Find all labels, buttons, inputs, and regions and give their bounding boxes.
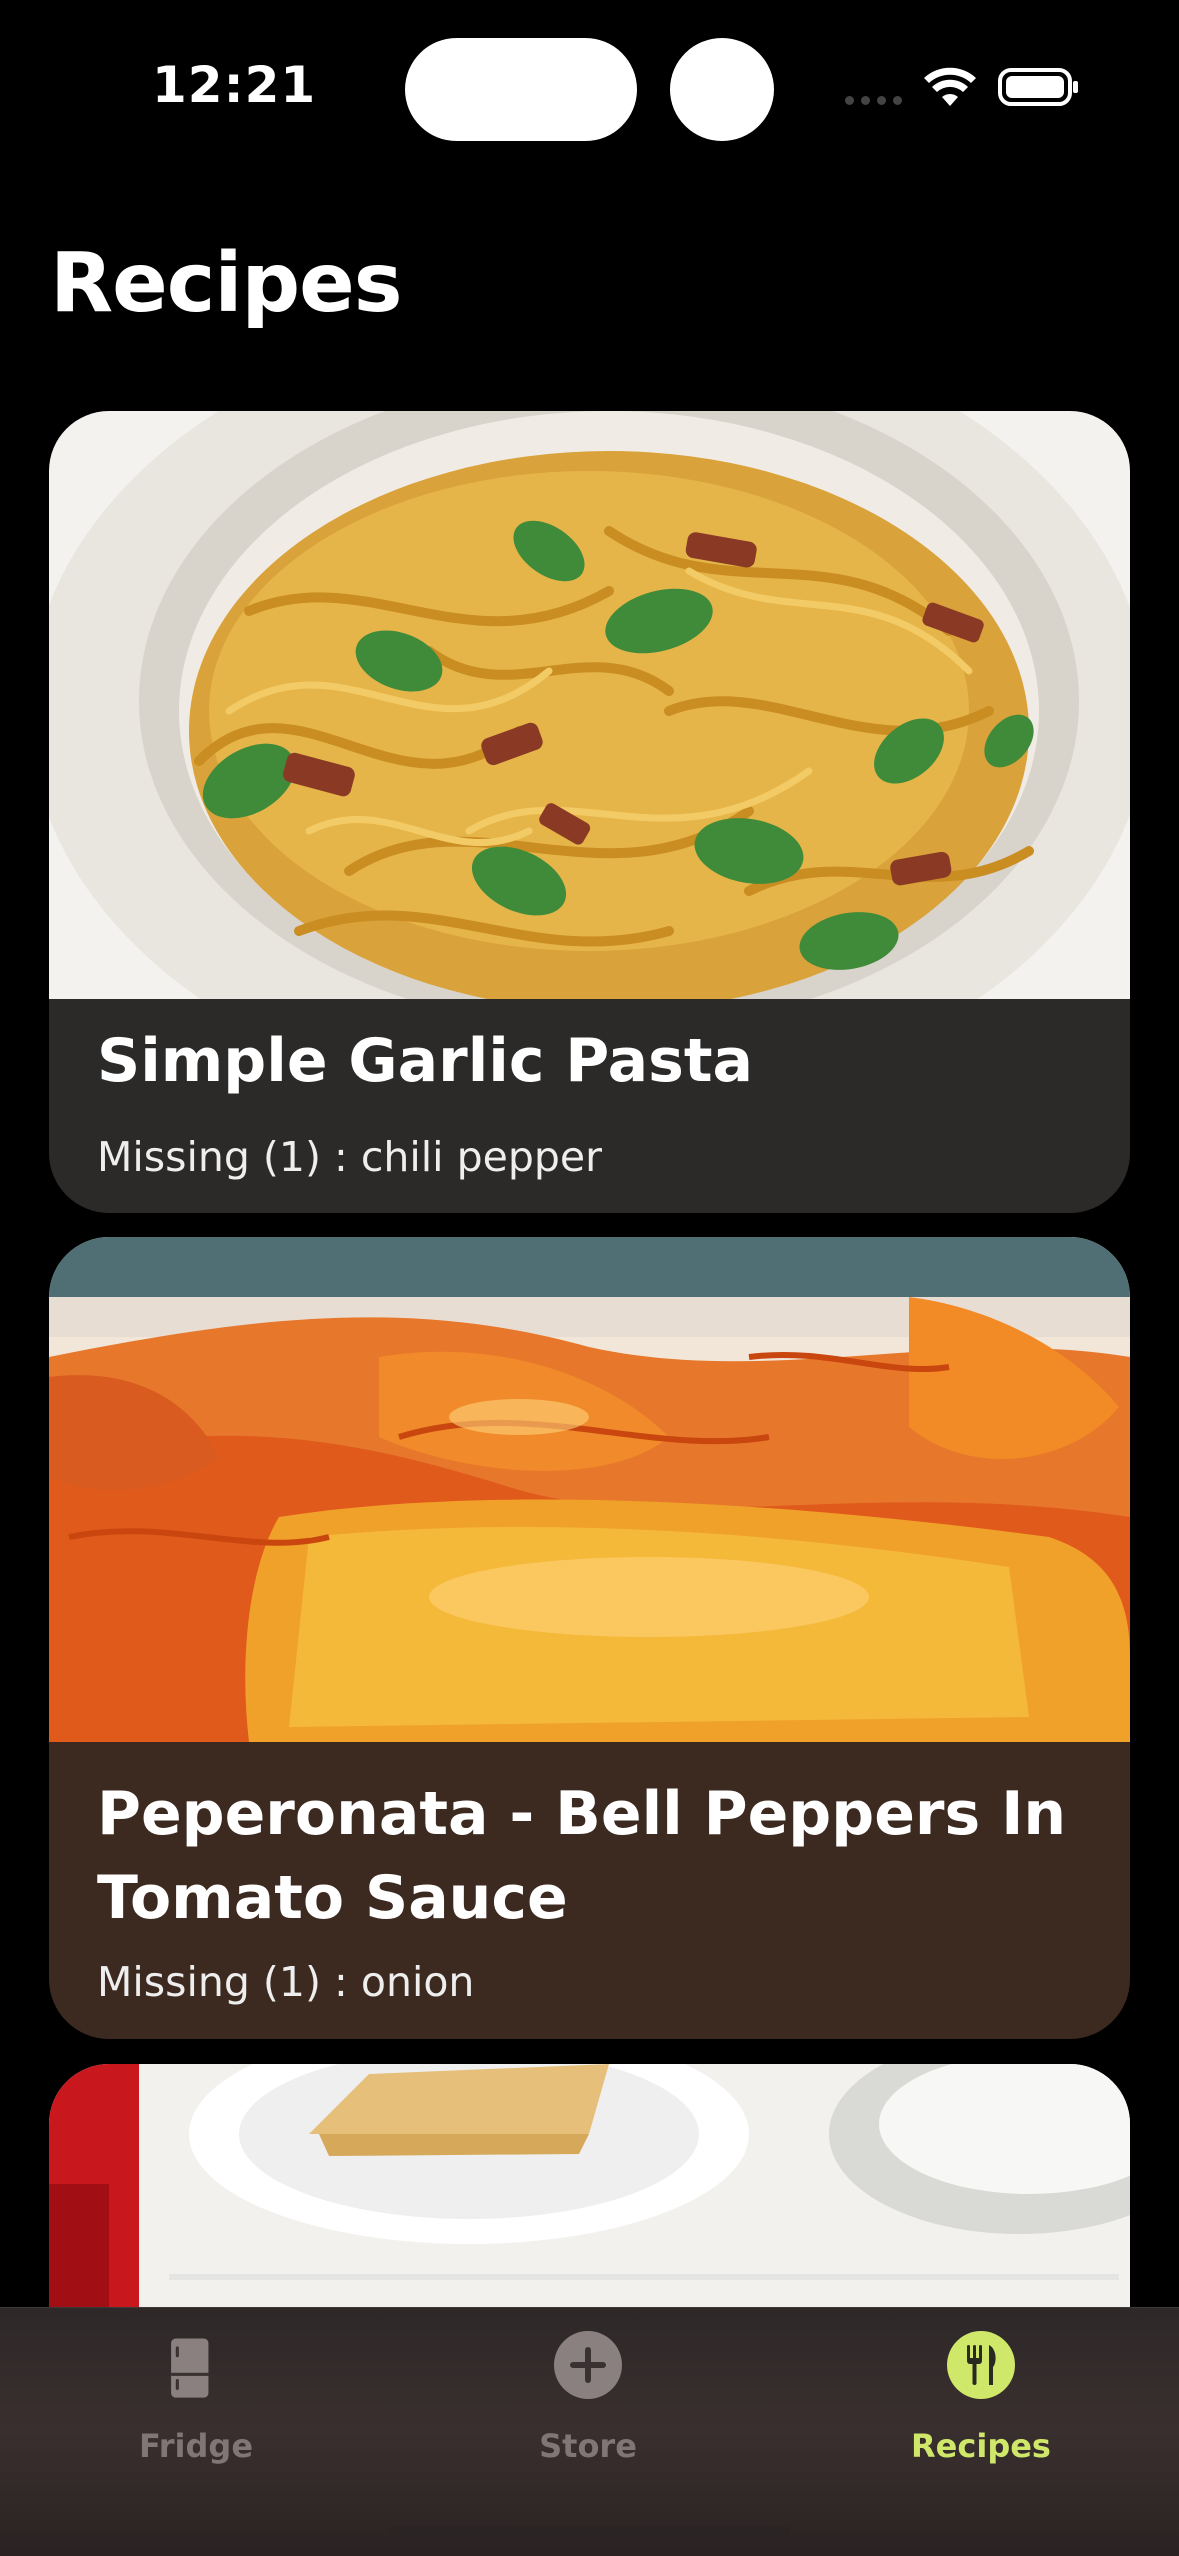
- tab-label: Store: [539, 2427, 637, 2465]
- tab-store[interactable]: Store: [438, 2307, 738, 2477]
- recipe-title: Simple Garlic Pasta: [97, 1026, 754, 1096]
- tab-bar: Fridge Store Recipes: [0, 2307, 1179, 2556]
- camera-cutout: [670, 38, 774, 141]
- tab-label: Recipes: [911, 2427, 1051, 2465]
- fridge-icon: [171, 2338, 209, 2398]
- recipe-info: Simple Garlic Pasta Missing (1) : chili …: [49, 999, 1130, 1213]
- recipes-screen: 12:21 Recipes Simple Garlic Pasta Missin…: [0, 0, 1179, 2556]
- missing-ingredients: Missing (1) : onion: [97, 1958, 475, 2006]
- recipe-image: [49, 1237, 1130, 1742]
- page-title: Recipes: [50, 236, 403, 331]
- battery-icon: [998, 68, 1078, 106]
- plus-circle-icon: [554, 2331, 622, 2399]
- home-indicator[interactable]: [390, 2526, 790, 2538]
- recipe-card[interactable]: Simple Garlic Pasta Missing (1) : chili …: [49, 411, 1130, 1213]
- recipe-image: [49, 411, 1130, 999]
- recipe-info: Peperonata - Bell Peppers In Tomato Sauc…: [49, 1742, 1130, 2039]
- tab-recipes[interactable]: Recipes: [831, 2307, 1131, 2477]
- recipe-title: Peperonata - Bell Peppers In Tomato Sauc…: [97, 1779, 1067, 1933]
- tab-label: Fridge: [138, 2427, 254, 2465]
- wifi-icon: [924, 67, 976, 106]
- cellular-signal-icon: [845, 96, 905, 106]
- status-bar: 12:21: [0, 0, 1179, 160]
- status-time: 12:21: [152, 56, 317, 114]
- tab-fridge[interactable]: Fridge: [46, 2307, 346, 2477]
- fork-knife-icon: [947, 2331, 1015, 2399]
- dynamic-island: [405, 38, 637, 141]
- missing-ingredients: Missing (1) : chili pepper: [97, 1133, 602, 1181]
- recipe-card[interactable]: Peperonata - Bell Peppers In Tomato Sauc…: [49, 1237, 1130, 2039]
